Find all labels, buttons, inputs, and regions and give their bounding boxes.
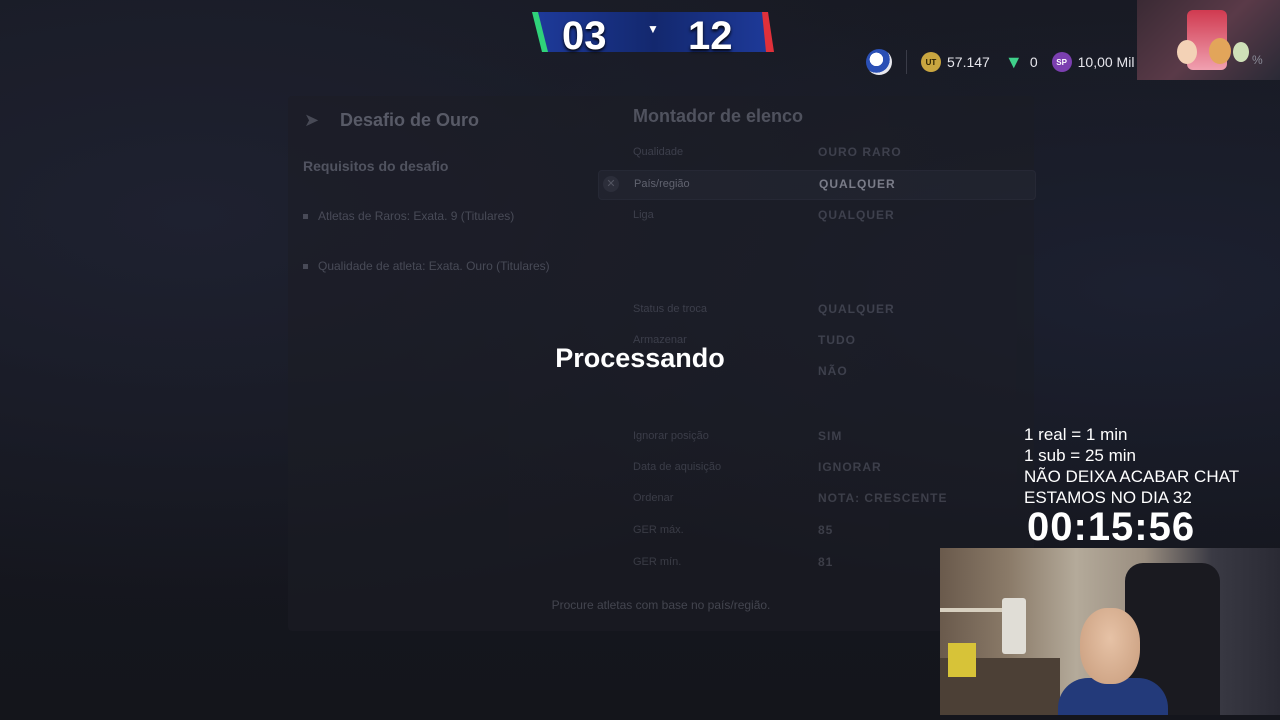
away-score: 12	[688, 14, 733, 58]
club-crest-icon[interactable]	[866, 49, 892, 75]
webcam-object	[948, 643, 976, 677]
filter-label: Ignorar posição	[633, 430, 709, 442]
requirement-text: Qualidade de atleta: Exata. Ouro (Titula…	[318, 259, 550, 273]
filter-label: GER mín.	[633, 556, 682, 568]
sp-balance: 10,00 Mil	[1077, 54, 1135, 70]
filter-value: QUALQUER	[818, 208, 895, 222]
filter-value: 85	[818, 523, 834, 537]
filter-row-sort[interactable]: Ordenar NOTA: CRESCENTE	[598, 485, 1034, 513]
coins-balance: 57.147	[947, 54, 990, 70]
match-emblem-icon: ▼	[647, 22, 659, 36]
filter-value: NOTA: CRESCENTE	[818, 491, 948, 505]
points-balance: 0	[1029, 54, 1038, 70]
fifa-points-icon: ▼	[1004, 51, 1023, 72]
requirement-item: Qualidade de atleta: Exata. Ouro (Titula…	[303, 258, 568, 274]
requirement-item: Atletas de Raros: Exata. 9 (Titulares)	[303, 208, 553, 224]
challenge-icon: ➤	[304, 110, 320, 130]
overlay-line: 1 sub = 25 min	[1024, 446, 1136, 465]
stream-thumbnail: %	[1137, 0, 1280, 80]
ut-coin-icon: UT	[921, 52, 941, 72]
percent-label: %	[1252, 53, 1263, 67]
divider	[906, 50, 907, 74]
overlay-line: NÃO DEIXA ACABAR CHAT	[1024, 467, 1240, 486]
filter-label: País/região	[634, 178, 690, 190]
filter-row-league[interactable]: Liga QUALQUER	[598, 202, 1034, 230]
filter-row-ovr-max[interactable]: GER máx. 85	[598, 517, 1034, 545]
filter-label: Ordenar	[633, 492, 674, 504]
requirement-text: Atletas de Raros: Exata. 9 (Titulares)	[318, 209, 515, 223]
webcam-feed	[940, 548, 1280, 715]
filter-value: SIM	[818, 429, 843, 443]
requirements-title: Requisitos do desafio	[303, 158, 449, 174]
character-icon	[1177, 40, 1197, 64]
filter-value: QUALQUER	[818, 302, 895, 316]
filter-label: Qualidade	[633, 146, 684, 158]
filter-value: OURO RARO	[818, 145, 902, 159]
currency-bar: UT 57.147 ▼ 0 SP 10,00 Mil	[866, 49, 1142, 75]
webcam-fridge	[1002, 598, 1026, 654]
filter-row-trade-status[interactable]: Status de troca QUALQUER	[598, 296, 1034, 324]
filter-value: QUALQUER	[819, 177, 896, 191]
sp-icon: SP	[1051, 52, 1072, 72]
filter-label: Data de aquisição	[633, 461, 722, 473]
filter-row-acquisition-date[interactable]: Data de aquisição IGNORAR	[598, 454, 1034, 482]
scoreboard: 03 ▼ 12	[530, 8, 775, 58]
filter-row-ignore-position[interactable]: Ignorar posição SIM	[598, 423, 1034, 451]
overlay-line: 1 real = 1 min	[1024, 425, 1128, 444]
stream-overlay-text: 1 real = 1 min 1 sub = 25 min NÃO DEIXA …	[1024, 424, 1239, 508]
filter-label: Status de troca	[633, 303, 707, 315]
squad-builder-title: Montador de elenco	[633, 106, 804, 126]
filter-hint: Procure atletas com base no país/região.	[551, 598, 771, 612]
filter-value: 81	[818, 555, 834, 569]
challenge-title: Desafio de Ouro	[340, 110, 480, 130]
subathon-timer: 00:15:56	[1027, 505, 1196, 549]
bottom-strip	[0, 690, 940, 720]
character-icon	[1209, 38, 1231, 64]
processing-message: Processando	[555, 343, 725, 373]
clear-icon[interactable]: ✕	[603, 176, 619, 192]
character-icon	[1233, 42, 1249, 62]
bullet-icon	[303, 214, 308, 220]
filter-row-country[interactable]: ✕ País/região QUALQUER	[598, 170, 1036, 200]
filter-label: GER máx.	[633, 524, 684, 536]
filter-row-quality[interactable]: Qualidade OURO RARO	[598, 139, 1034, 167]
filter-value: IGNORAR	[818, 460, 882, 474]
bullet-icon	[303, 264, 308, 270]
home-score: 03	[562, 14, 607, 58]
filter-label: Liga	[633, 209, 654, 221]
webcam-person-head	[1080, 608, 1140, 684]
